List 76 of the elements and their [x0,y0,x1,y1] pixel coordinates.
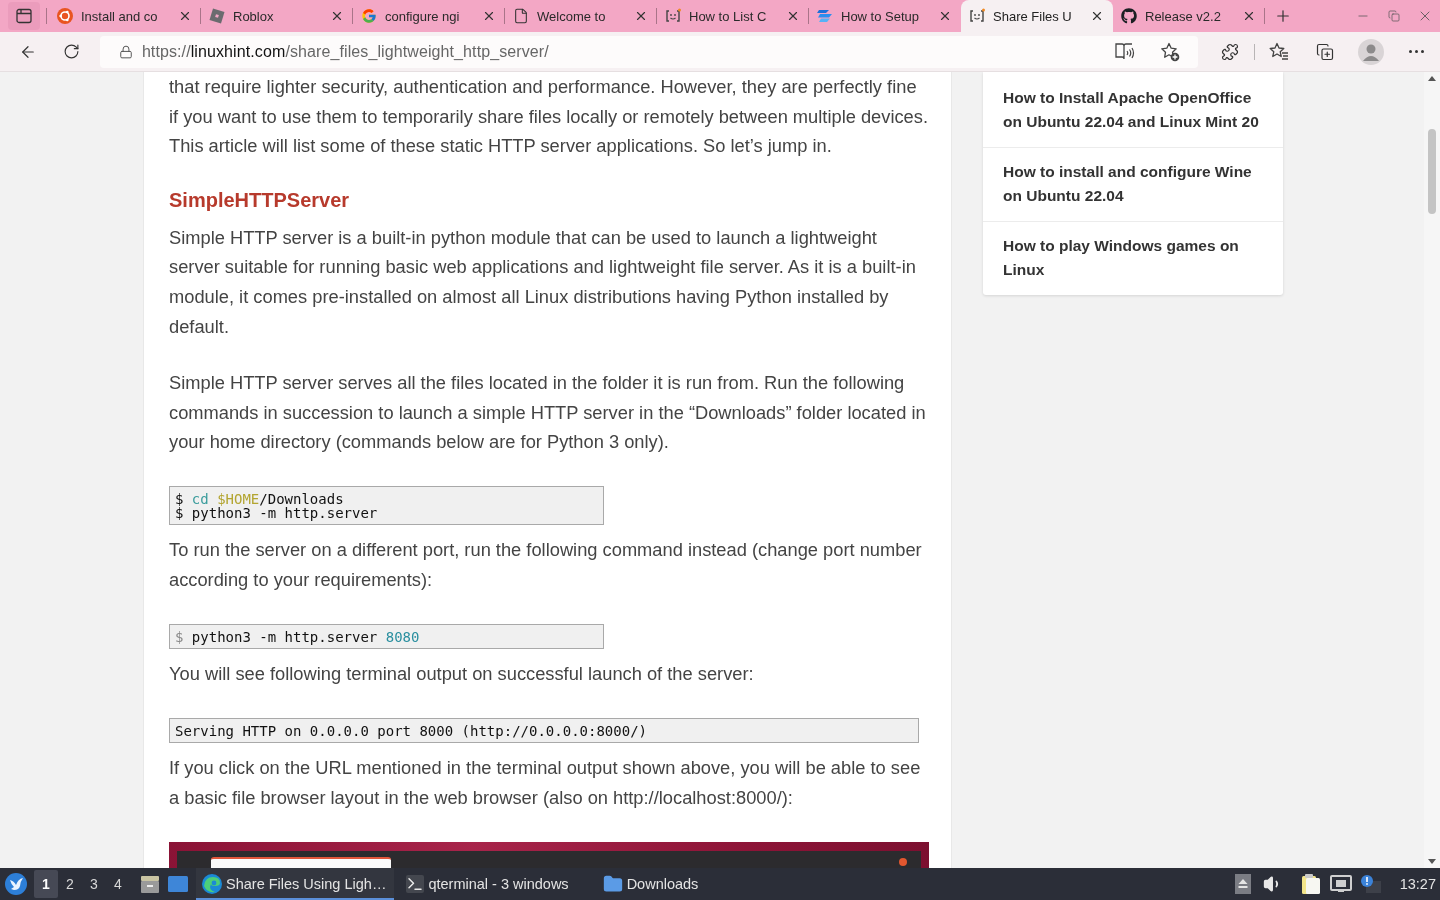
window-icon [16,8,32,24]
lock-icon [118,44,133,59]
workspace-button[interactable]: 1 [34,870,58,898]
code-line: $ python3 -m http.server 8080 [175,630,421,645]
section-heading: SimpleHTTPServer [169,187,350,213]
stripes-logo-icon [817,8,833,24]
close-icon[interactable] [938,9,952,23]
workspace-button[interactable]: 4 [106,870,130,898]
close-icon[interactable] [634,9,648,23]
sidebar-link[interactable]: How to install and configure Wine on Ubuntu 22.04 [983,147,1283,221]
collections-icon [1316,42,1334,61]
bracket-face-icon [969,8,985,24]
sidebar-link[interactable]: How to Install Apache OpenOffice on Ubuntu 22.04 and Linux Mint 20 [983,72,1283,147]
more-icon [1409,50,1425,53]
bracket-face-icon [665,8,681,24]
code-line: $ python3 -m http.server [175,506,379,521]
favorites-icon [1269,41,1289,62]
sidebar-link[interactable]: How to play Windows games on Linux [983,221,1283,295]
workspace-button[interactable]: 3 [82,870,106,898]
scroll-down-icon[interactable] [1428,859,1436,864]
start-menu-button[interactable] [4,872,28,896]
eject-icon [1234,874,1251,894]
paragraph: You will see following terminal output on successful launch of the server: [169,662,755,687]
browser-tab[interactable]: How to Setup [809,0,961,32]
taskbar-task[interactable]: Share Files Using Ligh… [196,868,395,900]
close-icon[interactable] [330,9,344,23]
browser-tab[interactable]: Release v2.2 [1113,0,1265,32]
scroll-up-icon[interactable] [1428,76,1436,81]
notification-button[interactable] [1359,872,1382,896]
swirl-logo-icon [202,874,222,894]
bird-logo-icon [5,873,27,895]
scrollbar-thumb[interactable] [1428,129,1436,214]
document-icon [513,8,529,24]
close-icon[interactable] [1090,9,1104,23]
cat-silhouette-icon [1121,8,1137,24]
desktop-icon [168,875,188,893]
taskbar-task[interactable]: qterminal - 3 windows [400,868,577,900]
workspace-button[interactable]: 2 [58,870,82,898]
close-icon[interactable] [178,9,192,23]
address-field[interactable]: https://linuxhint.com/share_files_lightweight_http_server/ [99,35,1198,68]
read-aloud-icon [1115,42,1135,61]
notes-icon [1300,873,1321,895]
paragraph: Simple HTTP server serves all the files located in the folder it is run from. Run the following commands in succession to launch a simple HTTP server in the “Downloads” folder located in your home directory (commands below are for Python 3 only). [169,371,927,455]
browser-tab[interactable]: Welcome to [505,0,657,32]
favorite-add-icon [1160,41,1180,62]
paragraph: To run the server on a different port, run the following command instead (change port number according to your requirements): [169,538,923,593]
browser-tab[interactable]: configure ngi [353,0,505,32]
code-line: $ cd $HOME/Downloads [175,492,344,507]
clock: 13:27 [1399,876,1436,892]
close-icon[interactable] [786,9,800,23]
browser-tab[interactable]: Roblox [201,0,353,32]
plus-icon [1274,7,1292,25]
folder-icon [602,874,623,894]
network-icon [1329,875,1352,893]
ring-logo-icon [57,8,73,24]
file-cabinet-icon [140,874,160,894]
g-logo-icon [361,8,377,24]
code-line: Serving HTTP on 0.0.0.0 port 8000 (http://0.0.0.0:8000/) [175,724,648,739]
profile-avatar-icon [1358,38,1384,65]
browser-tab[interactable]: Install and co [49,0,201,32]
reload-icon [63,43,81,60]
paragraph: Simple HTTP server is a built-in python module that can be used to launch a lightweight server suitable for running basic web applications and lightweight file server. As it is a built-in module, it comes pre-installed on almost all Linux distributions having Python installed by default. [169,225,917,339]
browser-tab[interactable]: Share Files U [961,0,1113,32]
restore-icon [1387,10,1400,22]
taskbar-task[interactable]: Downloads [596,868,707,900]
close-icon[interactable] [482,9,496,23]
puzzle-icon [1221,42,1239,61]
paragraph: that require lighter security, authentication and performance. However, they are perfectly fine if you want to use them to temporarily share files locally or remotely between multiple devices. This article will list some of these static HTTP server applications. So let’s jump in. [169,75,929,159]
paragraph: If you click on the URL mentioned in the terminal output shown above, you will be able to see a basic file browser layout in the web browser (also on http://localhost:8000/): [169,756,922,810]
notes-button[interactable] [1299,872,1322,896]
terminal-icon [406,875,425,893]
browser-tab[interactable]: How to List C [657,0,809,32]
notification-icon [1359,874,1382,894]
tab-actions-button[interactable] [8,2,40,30]
scrollbar-track[interactable] [1424,72,1440,868]
close-icon[interactable] [1242,9,1256,23]
